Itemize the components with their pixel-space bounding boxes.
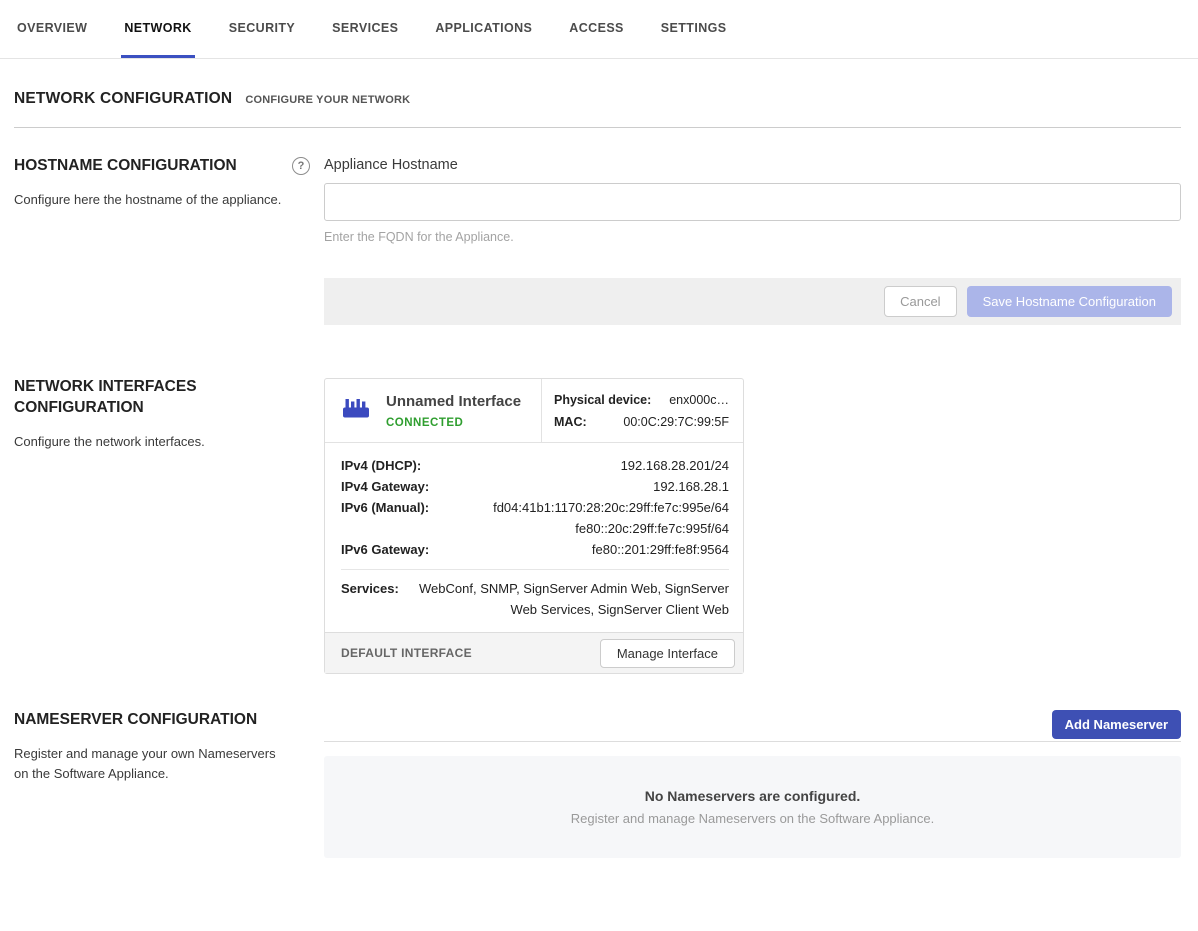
network-interfaces-section: NETWORK INTERFACES CONFIGURATION Configu… [14,377,1181,674]
tab-overview[interactable]: OVERVIEW [14,0,90,58]
page-title: NETWORK CONFIGURATION [14,90,232,108]
ipv6-manual-values: fd04:41b1:1170:28:20c:29ff:fe7c:995e/64 … [493,497,729,539]
ipv4-gateway-value: 192.168.28.1 [653,476,729,497]
hostname-section-left: HOSTNAME CONFIGURATION ? Configure here … [14,156,324,325]
manage-interface-button[interactable]: Manage Interface [600,639,735,668]
cancel-button[interactable]: Cancel [884,286,956,317]
page-header: NETWORK CONFIGURATION CONFIGURE YOUR NET… [14,90,1181,128]
help-icon[interactable]: ? [292,157,310,175]
tab-applications[interactable]: APPLICATIONS [432,0,535,58]
tab-services[interactable]: SERVICES [329,0,401,58]
ipv6-gateway-label: IPv6 Gateway: [341,539,429,560]
interfaces-section-right: Unnamed Interface CONNECTED Physical dev… [324,377,1181,674]
mac-value: 00:0C:29:7C:99:5F [623,415,729,429]
ipv6-manual-value-2: fe80::20c:29ff:fe7c:995f/64 [493,518,729,539]
tab-network[interactable]: NETWORK [121,0,194,58]
ipv4-gateway-row: IPv4 Gateway: 192.168.28.1 [341,476,729,497]
hostname-section-description: Configure here the hostname of the appli… [14,190,292,210]
physical-device-value: enx000c… [669,393,729,407]
interface-device-info: Physical device: enx000c… MAC: 00:0C:29:… [541,379,743,442]
nameserver-section-left: NAMESERVER CONFIGURATION Register and ma… [14,710,324,858]
nameserver-section-title: NAMESERVER CONFIGURATION [14,710,324,731]
default-interface-label: DEFAULT INTERFACE [341,646,472,660]
interface-card: Unnamed Interface CONNECTED Physical dev… [324,378,744,674]
nameserver-configuration-section: NAMESERVER CONFIGURATION Register and ma… [14,710,1181,858]
page-subtitle: CONFIGURE YOUR NETWORK [245,94,410,106]
interface-name-status: Unnamed Interface CONNECTED [386,393,521,429]
interfaces-section-title: NETWORK INTERFACES CONFIGURATION [14,377,246,419]
interfaces-section-left: NETWORK INTERFACES CONFIGURATION Configu… [14,377,324,674]
interface-identity: Unnamed Interface CONNECTED [325,379,541,442]
interface-status-badge: CONNECTED [386,417,521,429]
hostname-section-right: Appliance Hostname Enter the FQDN for th… [324,156,1181,325]
ipv4-dhcp-value: 192.168.28.201/24 [621,455,729,476]
hostname-section-title: HOSTNAME CONFIGURATION [14,156,237,177]
ipv6-gateway-value: fe80::201:29ff:fe8f:9564 [592,539,729,560]
appliance-hostname-input[interactable] [324,183,1181,221]
interface-card-footer: DEFAULT INTERFACE Manage Interface [325,632,743,673]
mac-row: MAC: 00:0C:29:7C:99:5F [554,415,729,429]
tab-settings[interactable]: SETTINGS [658,0,730,58]
hostname-action-bar: Cancel Save Hostname Configuration [324,278,1181,325]
save-hostname-button[interactable]: Save Hostname Configuration [967,286,1172,317]
tab-access[interactable]: ACCESS [566,0,627,58]
ipv6-gateway-row: IPv6 Gateway: fe80::201:29ff:fe8f:9564 [341,539,729,560]
nameserver-toolbar: Add Nameserver [324,710,1181,742]
ipv6-manual-value-1: fd04:41b1:1170:28:20c:29ff:fe7c:995e/64 [493,497,729,518]
physical-device-label: Physical device: [554,393,651,407]
services-row: Services: WebConf, SNMP, SignServer Admi… [341,578,729,620]
ipv6-manual-label: IPv6 (Manual): [341,497,429,539]
page-content: NETWORK CONFIGURATION CONFIGURE YOUR NET… [0,90,1198,858]
interface-card-header: Unnamed Interface CONNECTED Physical dev… [325,379,743,443]
mac-label: MAC: [554,415,587,429]
nameserver-section-right: Add Nameserver No Nameservers are config… [324,710,1181,858]
tab-security[interactable]: SECURITY [226,0,298,58]
nameserver-section-description: Register and manage your own Nameservers… [14,744,292,784]
nameserver-empty-title: No Nameservers are configured. [645,788,861,804]
ipv4-dhcp-row: IPv4 (DHCP): 192.168.28.201/24 [341,455,729,476]
nameserver-empty-subtitle: Register and manage Nameservers on the S… [571,811,934,826]
services-value: WebConf, SNMP, SignServer Admin Web, Sig… [409,578,729,620]
ipv4-dhcp-label: IPv4 (DHCP): [341,455,421,476]
interface-card-body: IPv4 (DHCP): 192.168.28.201/24 IPv4 Gate… [325,443,743,632]
add-nameserver-button[interactable]: Add Nameserver [1052,710,1181,739]
top-tab-bar: OVERVIEW NETWORK SECURITY SERVICES APPLI… [0,0,1198,59]
physical-device-row: Physical device: enx000c… [554,393,729,407]
appliance-hostname-label: Appliance Hostname [324,157,458,173]
hostname-configuration-section: HOSTNAME CONFIGURATION ? Configure here … [14,156,1181,325]
interface-name: Unnamed Interface [386,393,521,410]
nameserver-empty-state: No Nameservers are configured. Register … [324,756,1181,858]
ipv4-gateway-label: IPv4 Gateway: [341,476,429,497]
services-label: Services: [341,578,399,620]
appliance-hostname-help: Enter the FQDN for the Appliance. [324,230,1181,244]
network-interface-icon [341,397,371,429]
ipv6-manual-row: IPv6 (Manual): fd04:41b1:1170:28:20c:29f… [341,497,729,539]
card-body-divider [341,569,729,570]
interfaces-section-description: Configure the network interfaces. [14,432,292,452]
